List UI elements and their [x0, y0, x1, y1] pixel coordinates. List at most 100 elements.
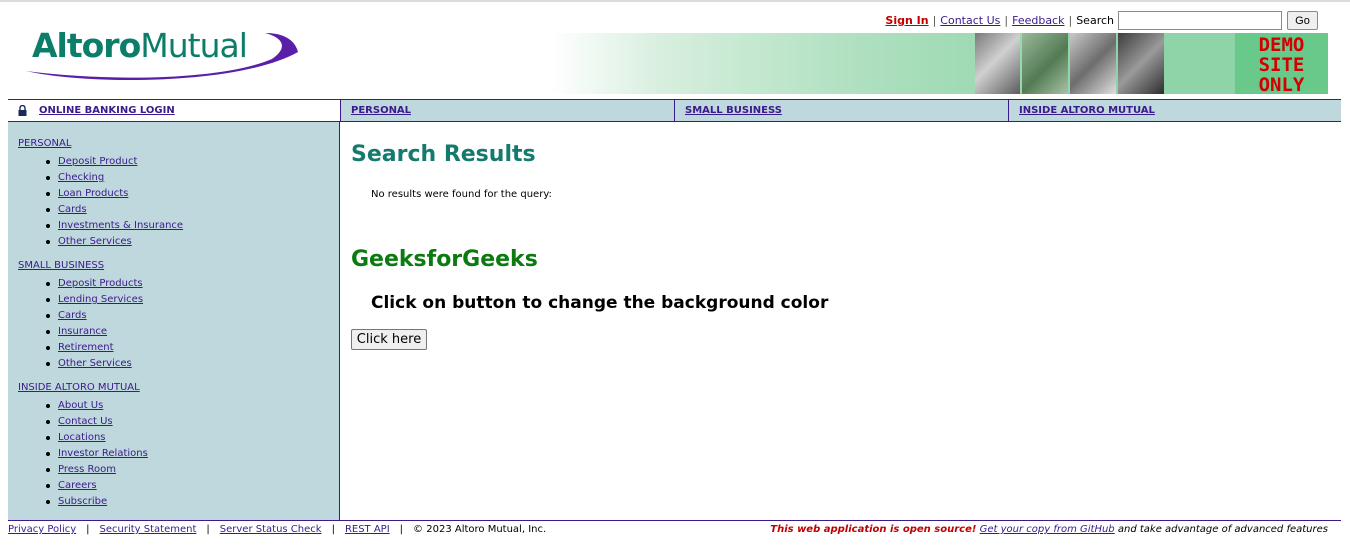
- sidebar-heading-small-business[interactable]: SMALL BUSINESS: [18, 260, 104, 271]
- sidebar-link[interactable]: Other Services: [58, 236, 132, 247]
- online-banking-login-link[interactable]: ONLINE BANKING LOGIN: [39, 105, 175, 116]
- sidebar-list-inside-altoro: About Us Contact Us Locations Investor R…: [46, 398, 148, 510]
- footer-open-source: This web application is open source! Get…: [770, 524, 1328, 535]
- sidebar-link[interactable]: Insurance: [58, 326, 107, 337]
- sidebar-link[interactable]: Investor Relations: [58, 448, 148, 459]
- list-item: Careers: [46, 478, 148, 494]
- sidebar-link[interactable]: Subscribe: [58, 496, 107, 507]
- list-item: Loan Products: [46, 186, 183, 202]
- banner-photo-woman: [975, 33, 1020, 94]
- main-nav: ONLINE BANKING LOGIN PERSONAL SMALL BUSI…: [8, 99, 1341, 122]
- list-item: Checking: [46, 170, 183, 186]
- github-link[interactable]: Get your copy from GitHub: [980, 524, 1115, 535]
- sidebar-link[interactable]: Contact Us: [58, 416, 113, 427]
- list-item: Contact Us: [46, 414, 148, 430]
- sidebar-heading-inside-altoro[interactable]: INSIDE ALTORO MUTUAL: [18, 382, 140, 393]
- sidebar-link[interactable]: Cards: [58, 310, 87, 321]
- search-label: Search: [1076, 14, 1114, 27]
- banner-photos: [975, 33, 1166, 94]
- demo-line-2: SITE: [1258, 54, 1305, 76]
- security-statement-link[interactable]: Security Statement: [100, 524, 197, 535]
- list-item: About Us: [46, 398, 148, 414]
- open-source-notice: This web application is open source!: [770, 524, 977, 535]
- privacy-policy-link[interactable]: Privacy Policy: [8, 524, 76, 535]
- sidebar-link[interactable]: Retirement: [58, 342, 114, 353]
- logo-altoro: Altoro: [32, 26, 141, 65]
- list-item: Insurance: [46, 324, 143, 340]
- logo-mutual: Mutual: [140, 26, 248, 65]
- tab-personal-link[interactable]: PERSONAL: [351, 105, 411, 116]
- list-item: Locations: [46, 430, 148, 446]
- demo-line-1: DEMO: [1258, 34, 1305, 56]
- sidebar-link[interactable]: Other Services: [58, 358, 132, 369]
- tab-inside-altoro[interactable]: INSIDE ALTORO MUTUAL: [1008, 100, 1341, 121]
- separator: |: [932, 14, 937, 27]
- sidebar-heading-personal[interactable]: PERSONAL: [18, 138, 71, 149]
- geeksforgeeks-heading: GeeksforGeeks: [351, 247, 538, 272]
- list-item: Investor Relations: [46, 446, 148, 462]
- list-item: Deposit Product: [46, 154, 183, 170]
- sidebar-link[interactable]: Press Room: [58, 464, 116, 475]
- list-item: Other Services: [46, 234, 183, 250]
- sidebar-link[interactable]: Careers: [58, 480, 97, 491]
- search-input[interactable]: [1118, 11, 1282, 30]
- demo-line-3: ONLY: [1258, 74, 1305, 96]
- list-item: Cards: [46, 308, 143, 324]
- header-banner: DEMO SITE ONLY: [550, 33, 1328, 96]
- sidebar-link[interactable]: Loan Products: [58, 188, 128, 199]
- no-results-message: No results were found for the query:: [371, 189, 552, 200]
- top-edge: [0, 0, 1350, 2]
- banner-photo-group: [1070, 33, 1116, 94]
- footer-links: Privacy Policy | Security Statement | Server…: [8, 524, 546, 535]
- banner-photo-business: [1118, 33, 1164, 94]
- click-here-button[interactable]: Click here: [351, 329, 427, 350]
- sidebar-link[interactable]: Cards: [58, 204, 87, 215]
- sidebar-list-personal: Deposit Product Checking Loan Products C…: [46, 154, 183, 250]
- tab-small-business-link[interactable]: SMALL BUSINESS: [685, 105, 782, 116]
- list-item: Investments & Insurance: [46, 218, 183, 234]
- list-item: Retirement: [46, 340, 143, 356]
- separator: |: [399, 524, 404, 535]
- top-links: Sign In | Contact Us | Feedback | Search…: [885, 11, 1318, 30]
- sidebar: PERSONAL Deposit Product Checking Loan P…: [8, 122, 340, 520]
- server-status-link[interactable]: Server Status Check: [220, 524, 322, 535]
- nav-login-cell: ONLINE BANKING LOGIN: [8, 100, 340, 121]
- sidebar-link[interactable]: Deposit Products: [58, 278, 143, 289]
- instruction-heading: Click on button to change the background…: [371, 293, 829, 313]
- banner-photo-keyboard: [1022, 33, 1068, 94]
- list-item: Other Services: [46, 356, 143, 372]
- list-item: Lending Services: [46, 292, 143, 308]
- tab-small-business[interactable]: SMALL BUSINESS: [674, 100, 1008, 121]
- demo-site-badge: DEMO SITE ONLY: [1235, 33, 1328, 96]
- list-item: Press Room: [46, 462, 148, 478]
- separator: |: [206, 524, 210, 535]
- list-item: Subscribe: [46, 494, 148, 510]
- rest-api-link[interactable]: REST API: [345, 524, 390, 535]
- sidebar-link[interactable]: Checking: [58, 172, 104, 183]
- copyright: © 2023 Altoro Mutual, Inc.: [413, 524, 547, 535]
- separator: |: [331, 524, 335, 535]
- lock-icon: [18, 105, 27, 116]
- sidebar-link[interactable]: Locations: [58, 432, 106, 443]
- sidebar-list-small-business: Deposit Products Lending Services Cards …: [46, 276, 143, 372]
- go-button[interactable]: Go: [1287, 11, 1318, 30]
- altoro-mutual-logo[interactable]: AltoroMutual: [22, 24, 302, 82]
- sidebar-link[interactable]: Deposit Product: [58, 156, 137, 167]
- page-title: Search Results: [351, 142, 536, 167]
- list-item: Deposit Products: [46, 276, 143, 292]
- separator: |: [1004, 14, 1009, 27]
- sidebar-link[interactable]: Lending Services: [58, 294, 143, 305]
- sidebar-link[interactable]: About Us: [58, 400, 103, 411]
- footer-tail: and take advantage of advanced features: [1117, 524, 1328, 535]
- sidebar-link[interactable]: Investments & Insurance: [58, 220, 183, 231]
- contact-us-link[interactable]: Contact Us: [940, 14, 1000, 27]
- separator: |: [1068, 14, 1073, 27]
- logo-text: AltoroMutual: [32, 26, 248, 65]
- tab-inside-altoro-link[interactable]: INSIDE ALTORO MUTUAL: [1019, 105, 1155, 116]
- footer-divider: [8, 520, 1341, 521]
- separator: |: [86, 524, 90, 535]
- list-item: Cards: [46, 202, 183, 218]
- sign-in-link[interactable]: Sign In: [885, 14, 928, 27]
- feedback-link[interactable]: Feedback: [1012, 14, 1064, 27]
- tab-personal[interactable]: PERSONAL: [340, 100, 674, 121]
